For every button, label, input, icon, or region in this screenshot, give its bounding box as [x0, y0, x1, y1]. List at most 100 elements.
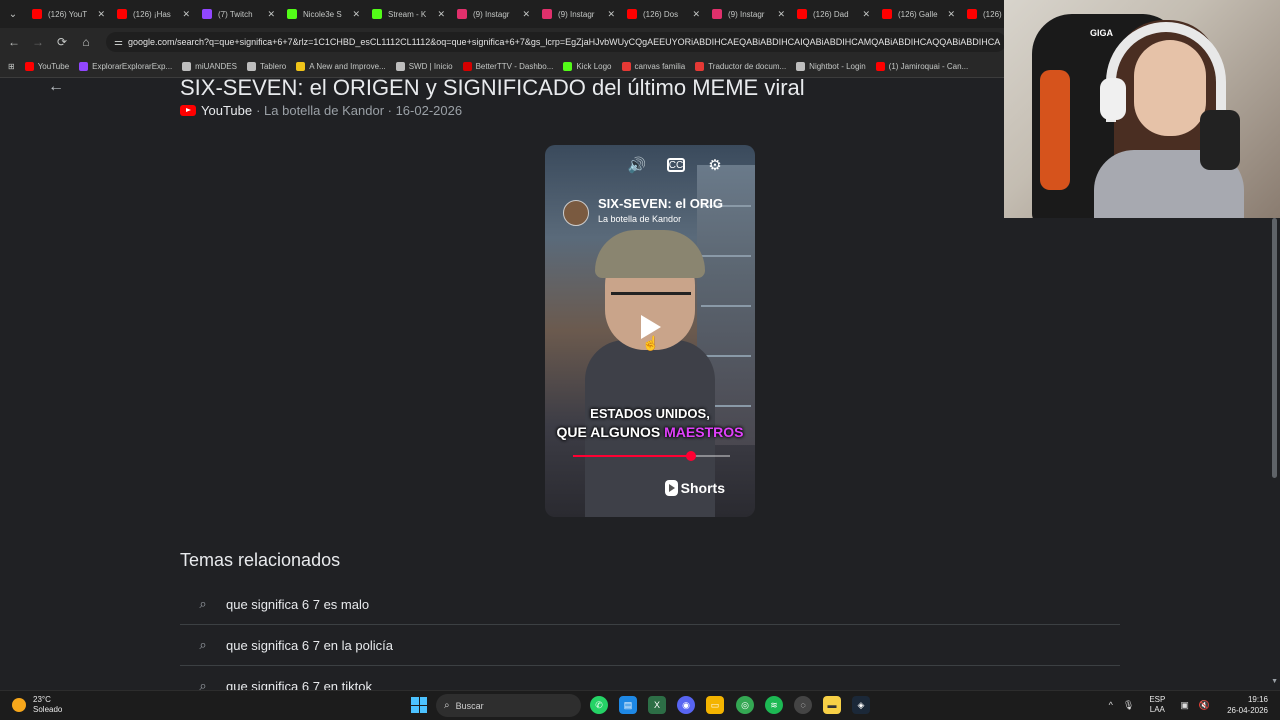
related-topic-item[interactable]: ⌕ que significa 6 7 en tiktok: [180, 666, 1120, 690]
bookmark-label: ExplorarExplorarExp...: [92, 62, 173, 71]
apps-grid-icon[interactable]: ⊞: [0, 62, 20, 71]
windows-start-icon[interactable]: [411, 697, 427, 713]
browser-tab[interactable]: Nicole3e S ✕: [281, 0, 366, 28]
whatsapp-icon[interactable]: ✆: [590, 696, 608, 714]
browser-tab[interactable]: (9) Instagr ✕: [451, 0, 536, 28]
bookmark-label: SWD | Inicio: [408, 62, 453, 71]
weather-widget[interactable]: 23°C Soleado: [12, 695, 62, 715]
system-clock[interactable]: 19:16 26-04-2026: [1227, 694, 1268, 716]
tab-close-icon[interactable]: ✕: [947, 9, 955, 20]
bookmark-list: YouTube ExplorarExplorarExp... miUANDES Tab…: [20, 62, 974, 71]
related-topic-item[interactable]: ⌕ que significa 6 7 en la policía: [180, 625, 1120, 666]
tab-close-icon[interactable]: ✕: [352, 9, 360, 20]
browser-tab[interactable]: (126) Galle ✕: [876, 0, 961, 28]
related-topics-heading: Temas relacionados: [180, 550, 341, 570]
bookmark-favicon-icon: [24, 62, 34, 71]
browser-tab[interactable]: (9) Instagr ✕: [536, 0, 621, 28]
bookmark-item[interactable]: BetterTTV - Dashbo...: [458, 62, 559, 71]
tab-title: (9) Instagr: [728, 9, 765, 19]
tab-favicon-icon: [882, 9, 892, 19]
home-icon[interactable]: ⌂: [74, 28, 98, 56]
tab-close-icon[interactable]: ✕: [777, 9, 785, 20]
tab-favicon-icon: [627, 9, 637, 19]
tab-close-icon[interactable]: ✕: [267, 9, 275, 20]
bookmark-item[interactable]: Traductor de docum...: [690, 62, 791, 71]
tab-close-icon[interactable]: ✕: [522, 9, 530, 20]
bookmark-favicon-icon: [296, 62, 306, 71]
video-progress-bar[interactable]: [573, 451, 730, 461]
scroll-down-icon[interactable]: ▼: [1271, 678, 1278, 685]
bookmark-item[interactable]: (1) Jamiroquai - Can...: [871, 62, 974, 71]
bookmark-item[interactable]: Nightbot - Login: [791, 62, 870, 71]
back-arrow-icon[interactable]: ←: [48, 78, 64, 96]
tray-expand-icon[interactable]: ^: [1109, 700, 1113, 710]
tab-title: (9) Instagr: [473, 9, 510, 19]
video-player[interactable]: 🔊 CC ⚙ SIX-SEVEN: el ORIG La botella de …: [545, 145, 755, 517]
bookmark-label: (1) Jamiroquai - Can...: [888, 62, 969, 71]
bookmark-item[interactable]: ExplorarExplorarExp...: [74, 62, 177, 71]
tab-close-icon[interactable]: ✕: [437, 9, 445, 20]
tab-favicon-icon: [967, 9, 977, 19]
browser-tab[interactable]: (126) Dos ✕: [621, 0, 706, 28]
bookmark-item[interactable]: SWD | Inicio: [391, 62, 458, 71]
microphone-icon[interactable]: 🎙: [1123, 700, 1134, 711]
notepad-icon[interactable]: ▤: [619, 696, 637, 714]
bookmark-favicon-icon: [695, 62, 705, 71]
tab-close-icon[interactable]: ✕: [862, 9, 870, 20]
address-bar[interactable]: ⚌ google.com/search?q=que+significa+6+7&…: [106, 32, 1006, 52]
search-icon: ⌕: [199, 678, 207, 690]
obs-icon[interactable]: ◌: [794, 696, 812, 714]
tab-close-icon[interactable]: ✕: [182, 9, 190, 20]
settings-gear-icon[interactable]: ⚙: [705, 155, 725, 175]
back-icon[interactable]: ←: [2, 28, 26, 56]
tab-close-icon[interactable]: ✕: [692, 9, 700, 20]
language-indicator[interactable]: ESP LAA: [1149, 695, 1165, 715]
volume-muted-icon[interactable]: 🔇: [1199, 700, 1210, 711]
bookmark-item[interactable]: Kick Logo: [558, 62, 616, 71]
bookmark-label: YouTube: [37, 62, 70, 71]
browser-tab[interactable]: (126) YouT ✕: [26, 0, 111, 28]
result-title[interactable]: SIX-SEVEN: el ORIGEN y SIGNIFICADO del ú…: [180, 78, 805, 101]
sun-icon: [12, 698, 26, 712]
video-channel[interactable]: La botella de Kandor: [598, 214, 681, 224]
related-topic-item[interactable]: ⌕ que significa 6 7 es malo: [180, 584, 1120, 625]
shorts-logo: Shorts: [664, 480, 725, 496]
network-icon[interactable]: ▣: [1180, 700, 1189, 711]
site-info-icon[interactable]: ⚌: [114, 37, 128, 48]
volume-icon[interactable]: 🔊: [627, 155, 647, 175]
tab-close-icon[interactable]: ✕: [97, 9, 105, 20]
forward-icon[interactable]: →: [26, 28, 50, 56]
closed-captions-icon[interactable]: CC: [667, 158, 685, 172]
excel-icon[interactable]: X: [648, 696, 666, 714]
browser-tab[interactable]: (126) Dad ✕: [791, 0, 876, 28]
video-progress-handle[interactable]: [685, 451, 696, 461]
chrome-icon[interactable]: ◎: [736, 696, 754, 714]
browser-tab[interactable]: (9) Instagr ✕: [706, 0, 791, 28]
bookmark-favicon-icon: [621, 62, 631, 71]
bookmark-item[interactable]: Tablero: [242, 62, 291, 71]
spotify-icon[interactable]: ≋: [765, 696, 783, 714]
steam-icon[interactable]: ◈: [852, 696, 870, 714]
bookmark-item[interactable]: YouTube: [20, 62, 74, 71]
tab-close-icon[interactable]: ✕: [607, 9, 615, 20]
reload-icon[interactable]: ⟳: [50, 28, 74, 56]
result-source: YouTube: [201, 103, 253, 118]
browser-tab[interactable]: Stream - K ✕: [366, 0, 451, 28]
file-explorer-icon[interactable]: ▭: [706, 696, 724, 714]
result-meta: YouTube · La botella de Kandor · 16-02-2…: [180, 103, 462, 118]
bookmark-item[interactable]: A New and Improve...: [291, 62, 390, 71]
bookmark-label: Traductor de docum...: [708, 62, 787, 71]
browser-tab[interactable]: (126) ¡Has ✕: [111, 0, 196, 28]
sticky-notes-icon[interactable]: ▬: [823, 696, 841, 714]
browser-tab[interactable]: (7) Twitch ✕: [196, 0, 281, 28]
discord-icon[interactable]: ◉: [677, 696, 695, 714]
channel-avatar[interactable]: [563, 200, 589, 226]
tab-search-chevron-icon[interactable]: ⌄: [0, 0, 26, 28]
bookmark-item[interactable]: miUANDES: [177, 62, 242, 71]
bookmark-label: Kick Logo: [576, 62, 612, 71]
scrollbar-thumb[interactable]: [1272, 218, 1277, 478]
bookmark-favicon-icon: [395, 62, 405, 71]
bookmark-label: miUANDES: [195, 62, 237, 71]
taskbar-search[interactable]: ⌕ Buscar: [436, 694, 581, 717]
bookmark-item[interactable]: canvas familia: [617, 62, 691, 71]
